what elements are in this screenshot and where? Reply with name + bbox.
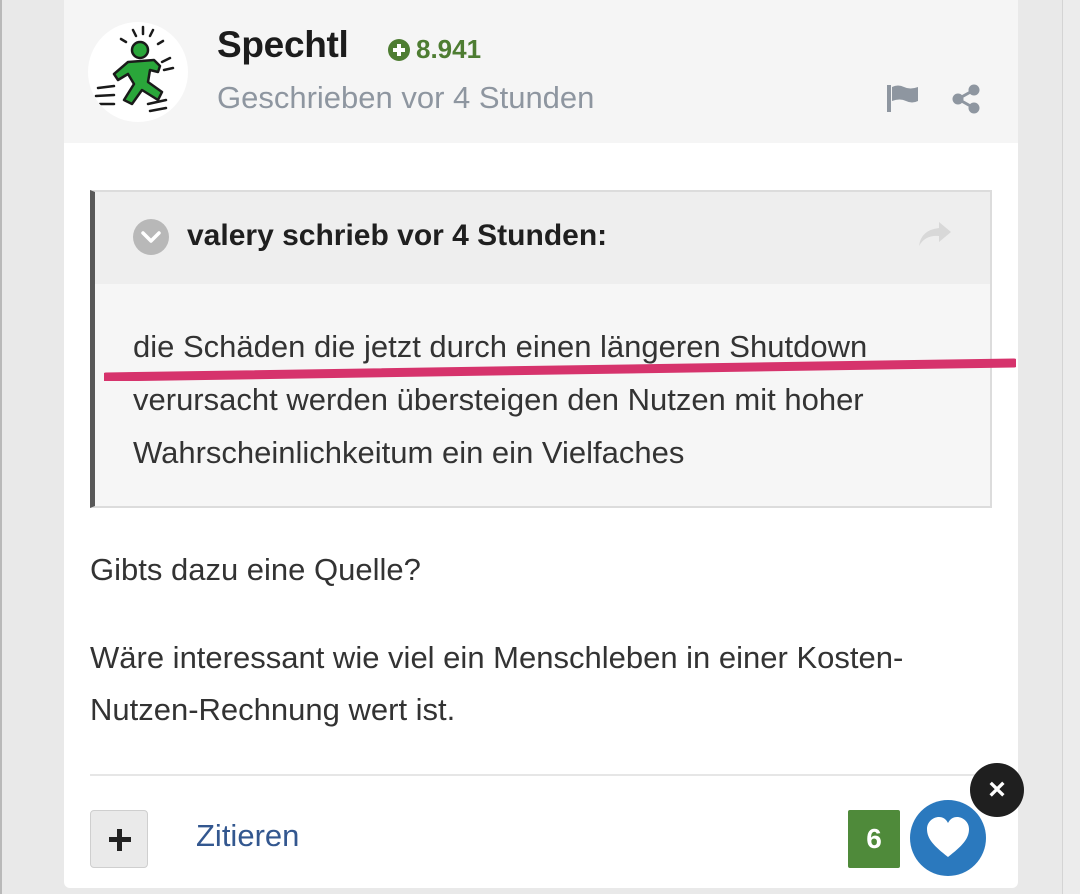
post-card: Spechtl 8.941 Geschrieben vor 4 Stunden … xyxy=(64,0,1018,888)
chevron-down-icon[interactable] xyxy=(133,219,169,255)
heart-icon xyxy=(927,817,969,857)
author-name[interactable]: Spechtl xyxy=(217,24,349,66)
reputation-badge: 8.941 xyxy=(388,34,481,65)
multiquote-add-button[interactable] xyxy=(90,810,148,868)
left-edge xyxy=(0,0,2,894)
reaction-button[interactable] xyxy=(910,800,986,876)
post-paragraph: Gibts dazu eine Quelle? xyxy=(90,552,421,587)
quote-line: Wahrscheinlichkeitum ein ein Vielfaches xyxy=(133,435,685,470)
jump-to-post-icon[interactable] xyxy=(917,220,953,248)
close-button[interactable]: × xyxy=(970,763,1024,817)
plus-circle-icon xyxy=(388,38,410,61)
highlight-annotation xyxy=(104,358,1016,381)
running-figure-icon xyxy=(94,25,175,113)
quote-header: valery schrieb vor 4 Stunden: xyxy=(95,192,990,284)
post-timestamp: Geschrieben vor 4 Stunden xyxy=(217,80,595,115)
quote-text: die Schäden die jetzt durch einen länger… xyxy=(133,320,953,479)
post-paragraph: Wäre interessant wie viel ein Menschlebe… xyxy=(90,632,970,736)
quote-block: valery schrieb vor 4 Stunden: die Schäde… xyxy=(90,190,992,508)
quote-citation: valery schrieb vor 4 Stunden: xyxy=(187,219,608,252)
scrollbar[interactable] xyxy=(1062,0,1080,894)
divider xyxy=(90,774,992,776)
paragraph-line: Wäre interessant wie viel ein Menschlebe… xyxy=(90,640,904,675)
reputation-value: 8.941 xyxy=(416,34,482,64)
paragraph-line: Nutzen-Rechnung wert ist. xyxy=(90,692,456,727)
quote-reply-link[interactable]: Zitieren xyxy=(196,818,299,854)
reaction-count[interactable]: 6 xyxy=(848,810,900,868)
share-icon[interactable] xyxy=(950,83,982,115)
post-header: Spechtl 8.941 Geschrieben vor 4 Stunden xyxy=(64,0,1018,143)
avatar[interactable] xyxy=(88,22,188,122)
flag-icon[interactable] xyxy=(886,83,920,113)
